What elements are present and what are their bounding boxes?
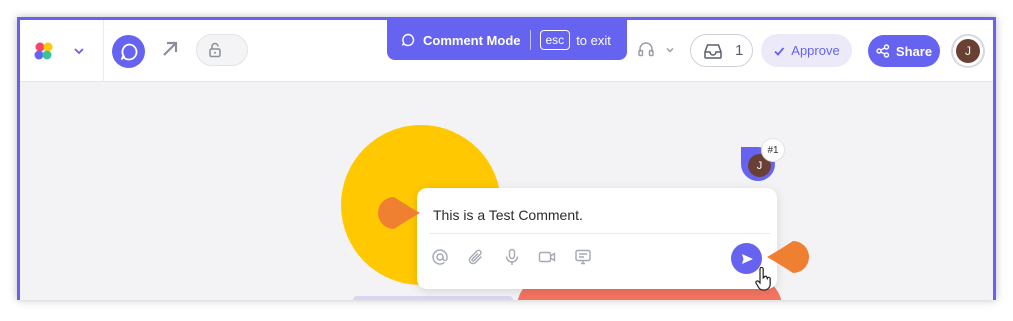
share-icon xyxy=(876,44,890,58)
share-label: Share xyxy=(895,43,933,59)
exit-hint-text: to exit xyxy=(576,32,611,48)
lavender-shape xyxy=(353,296,513,300)
app-window: Comment Mode esc to exit 1 Approve Share… xyxy=(17,17,996,300)
top-toolbar: Comment Mode esc to exit 1 Approve Share… xyxy=(20,20,993,82)
attach-icon[interactable] xyxy=(467,248,485,266)
unlock-icon xyxy=(209,42,221,58)
screen-icon[interactable] xyxy=(574,248,592,266)
inbox-button[interactable]: 1 xyxy=(690,34,753,67)
hand-pointer-cursor-icon xyxy=(755,267,771,291)
comment-bubble-icon xyxy=(120,43,137,60)
chevron-down-icon[interactable] xyxy=(664,44,676,56)
comment-bubble-icon xyxy=(401,33,415,47)
send-icon xyxy=(741,253,753,264)
inbox-icon xyxy=(704,43,722,59)
comment-number-badge: #1 xyxy=(761,138,785,162)
comment-mode-banner: Comment Mode esc to exit xyxy=(387,20,627,60)
headphones-icon[interactable] xyxy=(637,40,655,58)
app-logo-icon[interactable] xyxy=(33,41,55,61)
approve-button[interactable]: Approve xyxy=(761,34,852,67)
mention-icon[interactable] xyxy=(431,248,449,266)
avatar-initial: J xyxy=(956,39,980,63)
microphone-icon[interactable] xyxy=(503,248,521,266)
inbox-count: 1 xyxy=(735,42,744,59)
banner-divider xyxy=(529,30,531,50)
comment-card: This is a Test Comment. xyxy=(417,188,777,289)
comment-input[interactable]: This is a Test Comment. xyxy=(433,207,583,223)
comment-mode-label: Comment Mode xyxy=(423,32,521,48)
approve-label: Approve xyxy=(791,43,840,58)
check-icon xyxy=(774,46,785,56)
card-divider xyxy=(429,233,770,234)
esc-key-badge[interactable]: esc xyxy=(539,30,571,50)
comment-tool-button[interactable] xyxy=(112,35,145,68)
user-avatar[interactable]: J xyxy=(951,34,985,68)
video-icon[interactable] xyxy=(538,248,556,266)
lock-toggle-button[interactable] xyxy=(196,34,248,66)
chevron-down-icon[interactable] xyxy=(72,44,86,58)
annotation-callout-left xyxy=(378,197,420,229)
toolbar-divider xyxy=(103,20,104,82)
share-button[interactable]: Share xyxy=(868,35,940,67)
arrow-tool-icon[interactable] xyxy=(160,39,180,59)
